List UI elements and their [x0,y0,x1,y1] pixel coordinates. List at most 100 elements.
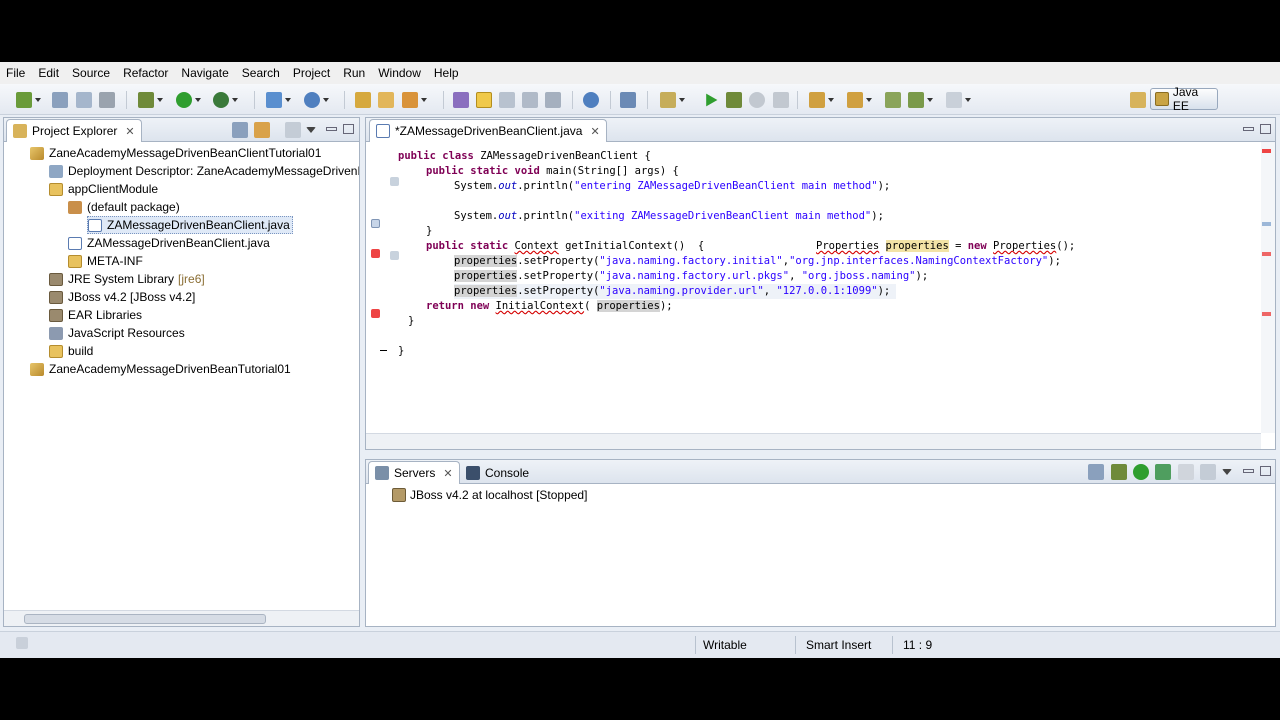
tree-node[interactable]: (default package) [68,198,180,216]
new-web-service-icon[interactable] [304,92,329,108]
deploy-icon[interactable] [660,92,685,108]
tree-node[interactable]: ZaneAcademyMessageDrivenBeanClientTutori… [30,144,321,162]
menu-help[interactable]: Help [434,66,467,80]
disconnect-icon[interactable] [773,92,789,108]
tab-zamessagedrivenbeanclient-java[interactable]: *ZAMessageDrivenBeanClient.java ✕ [369,119,607,142]
editor-vertical-scrollbar[interactable] [1261,142,1275,433]
filter-icon[interactable] [285,122,301,138]
menu-navigate[interactable]: Navigate [181,66,236,80]
run-icon[interactable] [176,92,201,108]
minimize-icon[interactable] [326,127,337,131]
forward-icon[interactable] [946,92,971,108]
explorer-horizontal-scrollbar[interactable] [4,610,359,626]
perspective-java-ee[interactable]: Java EE [1150,85,1218,113]
tree-node[interactable]: ZAMessageDrivenBeanClient.java [68,234,270,252]
tree-node[interactable]: ZaneAcademyMessageDrivenBeanTutorial01 [30,360,291,378]
open-perspective-icon[interactable] [1130,92,1146,108]
open-resource-icon[interactable] [378,92,394,108]
show-paragraph-icon[interactable] [545,92,561,108]
fast-view-icon[interactable] [16,637,28,649]
debug-server-icon[interactable] [1111,464,1127,480]
save-icon[interactable] [52,92,68,108]
profile-server-icon[interactable] [1155,464,1171,480]
maximize-icon[interactable] [343,124,354,134]
open-type-icon[interactable] [355,92,371,108]
overview-marker[interactable] [1262,222,1271,226]
debug-icon[interactable] [138,92,163,108]
tree-node[interactable]: EAR Libraries [49,306,142,324]
debug-server-icon[interactable] [726,92,742,108]
server-row[interactable]: JBoss v4.2 at localhost [Stopped] [392,488,587,502]
overview-error-marker[interactable] [1262,252,1271,256]
tree-node[interactable]: build [49,342,93,360]
tab-servers[interactable]: Servers ✕ [368,461,460,484]
status-separator [892,636,893,654]
tree-node[interactable]: Deployment Descriptor: ZaneAcademyMessag… [49,162,359,180]
view-menu-icon[interactable] [306,127,316,133]
tree-node[interactable]: JavaScript Resources [49,324,185,342]
close-icon[interactable]: ✕ [443,467,452,480]
toggle-highlight-icon[interactable] [476,92,492,108]
tab-project-explorer[interactable]: Project Explorer ✕ [6,119,142,142]
menu-source[interactable]: Source [72,66,118,80]
tree-node[interactable]: JRE System Library [jre6] [49,270,205,288]
show-whitespace-icon[interactable] [499,92,515,108]
web-browser-icon[interactable] [583,92,599,108]
quick-fix-icon[interactable] [371,219,380,228]
collapse-all-icon[interactable] [1088,464,1104,480]
save-all-icon[interactable] [76,92,92,108]
menu-search[interactable]: Search [242,66,288,80]
tree-node[interactable]: META-INF [68,252,143,270]
menu-project[interactable]: Project [293,66,338,80]
stop-server-icon[interactable] [1178,464,1194,480]
start-server-icon[interactable] [706,93,718,107]
print-icon[interactable] [99,92,115,108]
overview-error-marker[interactable] [1262,312,1271,316]
menu-run[interactable]: Run [343,66,373,80]
eclipse-window: File Edit Source Refactor Navigate Searc… [0,62,1280,658]
close-icon[interactable]: ✕ [125,125,134,138]
menu-window[interactable]: Window [378,66,429,80]
project-explorer-icon [13,124,27,138]
collapse-all-icon[interactable] [232,122,248,138]
error-marker-icon[interactable] [371,309,380,318]
scroll-thumb[interactable] [24,614,266,624]
new-wizard-icon[interactable] [16,92,41,108]
maximize-icon[interactable] [1260,124,1271,134]
jboss-server-icon [392,488,406,502]
toggle-mark-occurrences-icon[interactable] [453,92,469,108]
next-annotation-icon[interactable] [809,92,834,108]
error-marker-icon[interactable] [371,249,380,258]
minimize-icon[interactable] [1243,127,1254,131]
stop-server-icon[interactable] [749,92,765,108]
tree-node-selected[interactable]: ZAMessageDrivenBeanClient.java [87,216,293,234]
publish-icon[interactable] [1200,464,1216,480]
node-label: ZaneAcademyMessageDrivenBeanClientTutori… [49,146,322,160]
search-tool-icon[interactable] [402,92,427,108]
menu-file[interactable]: File [6,66,33,80]
menu-refactor[interactable]: Refactor [123,66,176,80]
tree-node[interactable]: appClientModule [49,180,158,198]
block-selection-icon[interactable] [522,92,538,108]
project-icon [30,146,44,160]
view-menu-icon[interactable] [1222,469,1232,475]
tab-console[interactable]: Console [460,461,535,484]
tree-node[interactable]: JBoss v4.2 [JBoss v4.2] [49,288,195,306]
start-server-icon[interactable] [1133,464,1149,480]
menu-edit[interactable]: Edit [38,66,67,80]
last-edit-location-icon[interactable] [885,92,901,108]
minimize-icon[interactable] [1243,469,1254,473]
back-icon[interactable] [908,92,933,108]
link-with-editor-icon[interactable] [254,122,270,138]
overview-error-marker[interactable] [1262,149,1271,153]
code-line: properties.setProperty("java.naming.fact… [454,270,929,282]
close-icon[interactable]: ✕ [590,125,599,138]
server-tool-icon[interactable] [620,92,636,108]
editor-horizontal-scrollbar[interactable] [366,433,1261,449]
external-tools-icon[interactable] [213,92,238,108]
servers-tabbar: Servers ✕ Console [366,460,1275,484]
maximize-icon[interactable] [1260,466,1271,476]
previous-annotation-icon[interactable] [847,92,872,108]
new-server-icon[interactable] [266,92,291,108]
code-area[interactable]: public class ZAMessageDrivenBeanClient {… [398,149,1245,429]
